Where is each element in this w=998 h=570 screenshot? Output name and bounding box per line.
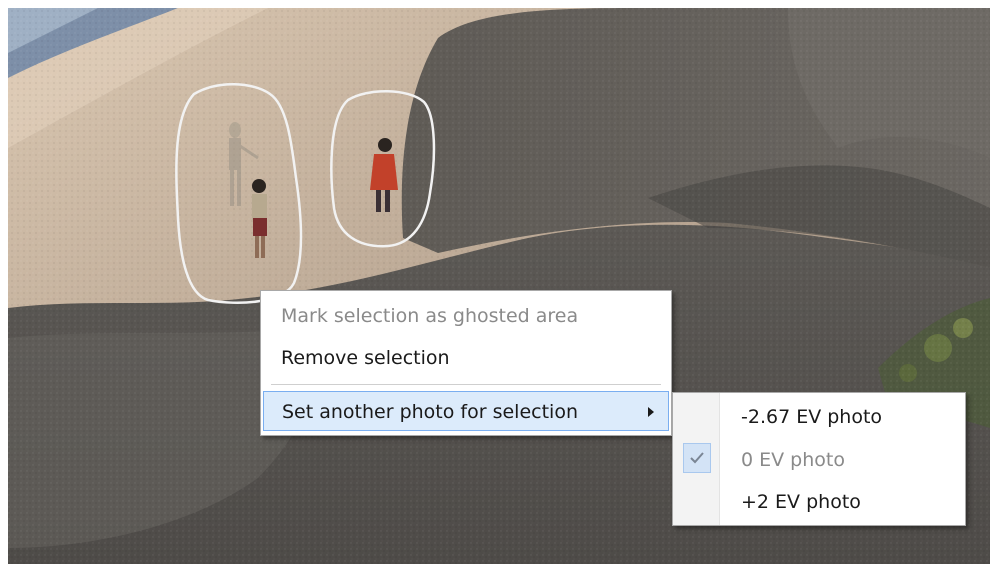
submenu-item-label: 0 EV photo [741,449,845,471]
submenu-item-plus-2-ev[interactable]: +2 EV photo [741,482,959,522]
menu-item-set-another-photo[interactable]: Set another photo for selection [263,391,669,431]
submenu-item-label: -2.67 EV photo [741,406,883,428]
submenu-item-minus-2-67-ev[interactable]: -2.67 EV photo [741,397,959,437]
menu-item-mark-ghosted[interactable]: Mark selection as ghosted area [281,297,665,335]
submenu-item-0-ev[interactable]: 0 EV photo [741,440,959,480]
menu-separator [271,384,661,385]
submenu-arrow-icon [648,407,654,417]
check-icon [683,443,711,473]
app-stage: Mark selection as ghosted area Remove se… [0,0,998,570]
menu-item-remove-selection[interactable]: Remove selection [281,339,665,377]
selection-context-menu: Mark selection as ghosted area Remove se… [260,290,672,436]
submenu-item-label: +2 EV photo [741,491,861,513]
menu-item-label: Set another photo for selection [282,401,578,423]
menu-item-label: Remove selection [281,347,450,369]
photo-choice-submenu: -2.67 EV photo 0 EV photo +2 EV photo [672,392,966,526]
menu-item-label: Mark selection as ghosted area [281,305,579,327]
